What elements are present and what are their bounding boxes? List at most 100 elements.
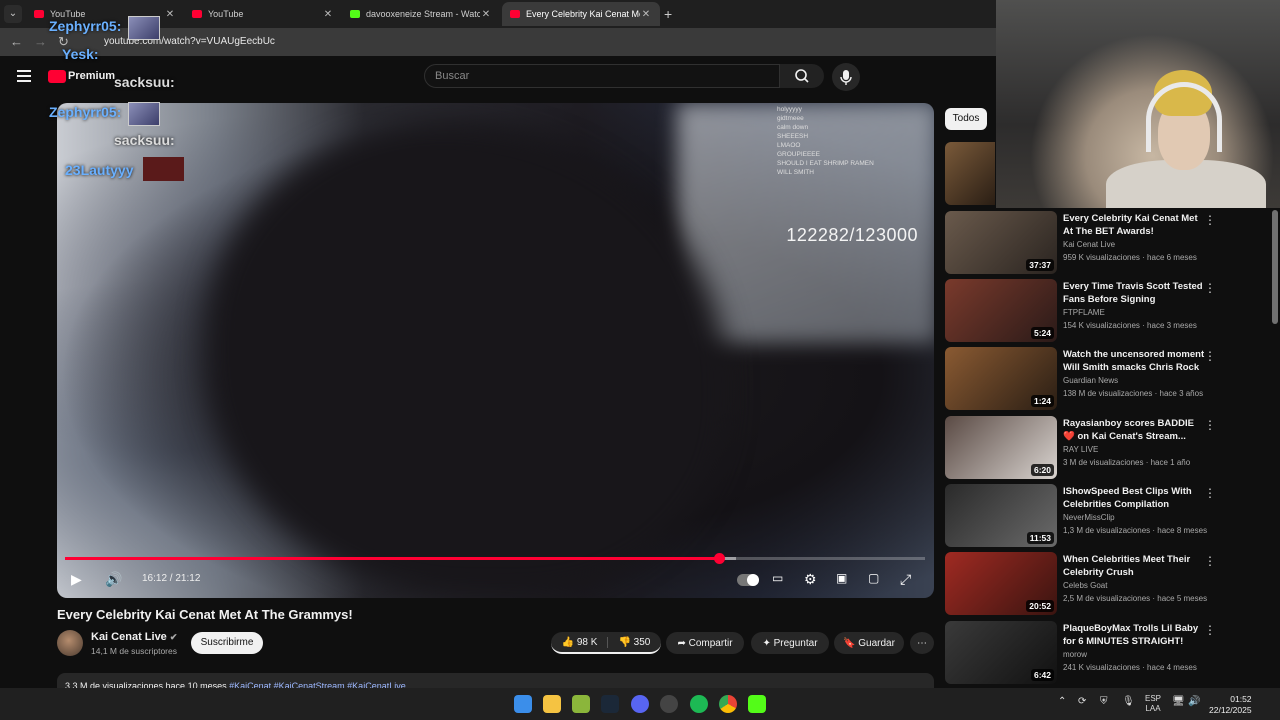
recommendation-title[interactable]: Every Celebrity Kai Cenat Met At The BET… (1063, 212, 1205, 238)
recommendation-item[interactable]: 37:37 Every Celebrity Kai Cenat Met At T… (945, 211, 1265, 275)
sidebar-thumbnail-partial[interactable] (945, 142, 995, 205)
browser-tab-active[interactable]: Every Celebrity Kai Cenat Met A ✕ (502, 2, 660, 26)
language-indicator[interactable]: ESP LAA (1145, 694, 1161, 714)
channel-avatar[interactable] (57, 630, 83, 656)
more-vert-icon[interactable]: ⋮ (1204, 554, 1216, 568)
fullscreen-icon[interactable]: ⤢ (900, 571, 911, 588)
recommendation-channel[interactable]: FTPFLAME (1063, 308, 1105, 317)
search-input[interactable]: Buscar (424, 64, 780, 88)
progress-played (65, 557, 719, 560)
browser-tab[interactable]: davooxeneize Stream - Watch L ✕ (342, 2, 500, 26)
obs-icon[interactable] (660, 695, 678, 713)
subtitles-icon[interactable]: ▭ (772, 571, 783, 585)
recommendation-channel[interactable]: NeverMissClip (1063, 513, 1115, 522)
recommendation-title[interactable]: Rayasianboy scores BADDIE❤️ on Kai Cenat… (1063, 417, 1205, 443)
recommendation-item[interactable]: 20:52 When Celebrities Meet Their Celebr… (945, 552, 1265, 616)
overlay-emote-image (143, 157, 184, 181)
forward-icon[interactable]: → (34, 34, 47, 49)
recommendation-item[interactable]: 5:24 Every Time Travis Scott Tested Fans… (945, 279, 1265, 343)
more-vert-icon[interactable]: ⋮ (1204, 623, 1216, 637)
system-clock[interactable]: 01:52 22/12/2025 (1209, 694, 1252, 716)
recommendation-item[interactable]: 6:20 Rayasianboy scores BADDIE❤️ on Kai … (945, 416, 1265, 480)
recommendation-title[interactable]: When Celebrities Meet Their Celebrity Cr… (1063, 553, 1205, 579)
channel-name[interactable]: Kai Cenat Live ✔ (91, 631, 177, 643)
recommendation-title[interactable]: Watch the uncensored moment Will Smith s… (1063, 348, 1205, 374)
video-thumbnail[interactable]: 11:53 (945, 484, 1057, 547)
back-icon[interactable]: ← (10, 34, 23, 49)
cast-icon[interactable]: ▢ (868, 571, 879, 585)
volume-tray-icon[interactable]: 🔊 (1188, 696, 1200, 707)
like-button[interactable]: 👍 98 K (562, 636, 609, 648)
close-icon[interactable]: ✕ (322, 9, 334, 20)
search-button[interactable] (780, 64, 824, 88)
recommendation-title[interactable]: PlaqueBoyMax Trolls Lil Baby for 6 MINUT… (1063, 622, 1205, 648)
tab-title: YouTube (208, 9, 244, 19)
share-button[interactable]: ➦ Compartir (666, 632, 744, 654)
sync-icon[interactable]: ⟳ (1078, 696, 1086, 707)
volume-icon[interactable]: 🔊 (105, 571, 122, 588)
video-thumbnail[interactable]: 37:37 (945, 211, 1057, 274)
tab-search-button[interactable]: ⌄ (4, 5, 22, 23)
chevron-up-icon[interactable]: ⌃ (1058, 696, 1066, 707)
shield-icon[interactable]: ⛨ (1100, 696, 1108, 707)
kick-icon[interactable] (748, 695, 766, 713)
settings-icon[interactable]: ⚙ (804, 571, 817, 588)
play-icon[interactable]: ▶ (71, 571, 82, 588)
file-explorer-icon[interactable] (543, 695, 561, 713)
recommendation-channel[interactable]: Guardian News (1063, 376, 1118, 385)
more-vert-icon[interactable]: ⋮ (1204, 418, 1216, 432)
chrome-icon[interactable] (719, 695, 737, 713)
discord-icon[interactable] (631, 695, 649, 713)
close-icon[interactable]: ✕ (640, 9, 652, 20)
voice-search-button[interactable] (832, 63, 860, 91)
minecraft-icon[interactable] (572, 695, 590, 713)
recommendation-title[interactable]: IShowSpeed Best Clips With Celebrities C… (1063, 485, 1205, 511)
recommendation-item[interactable]: 1:24 Watch the uncensored moment Will Sm… (945, 347, 1265, 411)
browser-tab[interactable]: YouTube ✕ (184, 2, 342, 26)
recommendation-channel[interactable]: morow (1063, 650, 1087, 659)
recommendation-item[interactable]: 11:53 IShowSpeed Best Clips With Celebri… (945, 484, 1265, 548)
more-vert-icon[interactable]: ⋮ (1204, 349, 1216, 363)
video-player[interactable]: holyyyyy gidtmeee calm down SHEEESH LMAO… (57, 103, 934, 598)
autoplay-knob (747, 574, 759, 586)
video-thumbnail[interactable]: 5:24 (945, 279, 1057, 342)
more-vert-icon[interactable]: ⋮ (1204, 213, 1216, 227)
duration-badge: 5:24 (1030, 327, 1054, 339)
scrubber-handle[interactable] (713, 553, 725, 564)
windows-start-icon[interactable] (514, 695, 532, 713)
mic-tray-icon[interactable]: 🎙 (1122, 696, 1135, 707)
kick-favicon-icon (350, 10, 360, 18)
recommendation-meta: 1,3 M de visualizaciones · hace 8 meses (1063, 526, 1208, 535)
subscribe-button[interactable]: Suscribirme (191, 632, 263, 654)
overlay-username: 23Lautyyy (65, 162, 134, 178)
video-thumbnail[interactable]: 6:42 (945, 621, 1057, 684)
close-icon[interactable]: ✕ (164, 9, 176, 20)
new-tab-icon[interactable]: + (664, 6, 672, 22)
network-icon[interactable]: 🖥 (1172, 696, 1185, 707)
video-thumbnail[interactable]: 20:52 (945, 552, 1057, 615)
recommendation-title[interactable]: Every Time Travis Scott Tested Fans Befo… (1063, 280, 1205, 306)
ask-button[interactable]: ✦ Preguntar (751, 632, 829, 654)
dislike-button[interactable]: 👎 350 (608, 637, 650, 648)
more-actions-button[interactable]: ⋯ (910, 632, 934, 654)
miniplayer-icon[interactable]: ▣ (836, 571, 847, 585)
save-button[interactable]: 🔖 Guardar (834, 632, 904, 654)
recommendation-item[interactable]: 6:42 PlaqueBoyMax Trolls Lil Baby for 6 … (945, 621, 1265, 685)
autoplay-toggle[interactable] (737, 574, 759, 586)
recommendation-channel[interactable]: Kai Cenat Live (1063, 240, 1115, 249)
video-thumbnail[interactable]: 6:20 (945, 416, 1057, 479)
steam-icon[interactable] (601, 695, 619, 713)
close-icon[interactable]: ✕ (480, 9, 492, 20)
more-vert-icon[interactable]: ⋮ (1204, 486, 1216, 500)
menu-icon[interactable] (17, 70, 31, 85)
spotify-icon[interactable] (690, 695, 708, 713)
recommendation-channel[interactable]: RAY LIVE (1063, 445, 1098, 454)
youtube-logo-icon[interactable] (48, 70, 66, 83)
sidebar-scrollbar[interactable] (1272, 210, 1278, 324)
video-thumbnail[interactable]: 1:24 (945, 347, 1057, 410)
more-vert-icon[interactable]: ⋮ (1204, 281, 1216, 295)
filter-chip-all[interactable]: Todos (945, 108, 987, 130)
recommendation-channel[interactable]: Celebs Goat (1063, 581, 1107, 590)
overlay-username: Zephyrr05: (49, 104, 122, 120)
chat-line: SHEEESH (777, 133, 809, 140)
